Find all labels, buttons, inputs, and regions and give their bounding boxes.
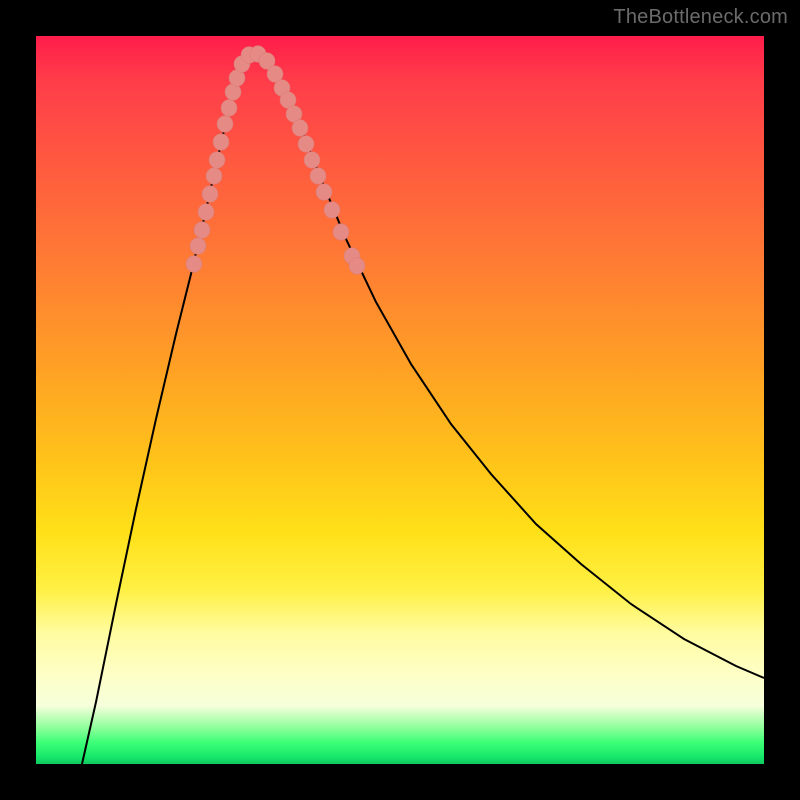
bead-group — [186, 46, 365, 275]
data-bead — [202, 186, 218, 203]
bottleneck-curve — [82, 54, 764, 764]
data-bead — [292, 120, 308, 137]
data-bead — [194, 222, 210, 239]
data-bead — [304, 152, 320, 169]
plot-area — [36, 36, 764, 764]
watermark-text: TheBottleneck.com — [613, 6, 788, 29]
data-bead — [213, 134, 229, 151]
curve-svg — [36, 36, 764, 764]
data-bead — [206, 168, 222, 185]
data-bead — [221, 100, 237, 117]
data-bead — [324, 202, 340, 219]
data-bead — [217, 116, 233, 133]
data-bead — [186, 256, 202, 273]
data-bead — [190, 238, 206, 255]
data-bead — [298, 136, 314, 153]
data-bead — [310, 168, 326, 185]
data-bead — [316, 184, 332, 201]
data-bead — [333, 224, 349, 241]
data-bead — [209, 152, 225, 169]
data-bead — [198, 204, 214, 221]
chart-frame: TheBottleneck.com — [0, 0, 800, 800]
data-bead — [349, 258, 365, 275]
